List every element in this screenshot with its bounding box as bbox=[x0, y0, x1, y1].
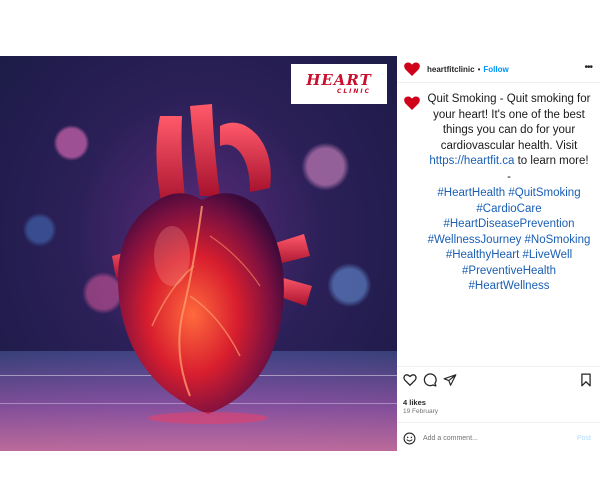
header-divider bbox=[397, 82, 600, 83]
post-side-panel: heartfitclinic • Follow ••• Quit Smoking… bbox=[397, 56, 600, 451]
instagram-post: HEART CLINIC heartfitclinic • Follow •••… bbox=[0, 56, 600, 451]
caption-text-end: to learn more! bbox=[514, 155, 589, 167]
username[interactable]: heartfitclinic bbox=[427, 65, 475, 74]
caption-link[interactable]: https://heartfit.ca bbox=[429, 155, 514, 167]
comment-divider bbox=[397, 422, 600, 423]
post-comment-button[interactable]: Post bbox=[577, 435, 591, 442]
more-options-icon[interactable]: ••• bbox=[584, 62, 592, 73]
caption-text: Quit Smoking - Quit smoking for your hea… bbox=[427, 93, 591, 152]
bookmark-icon[interactable] bbox=[579, 373, 593, 387]
logo-subtitle: CLINIC bbox=[336, 88, 372, 95]
logo-wordmark: HEART bbox=[306, 71, 372, 89]
follow-button[interactable]: Follow bbox=[483, 65, 508, 74]
post-date: 19 February bbox=[403, 408, 439, 415]
comment-bubble-icon[interactable] bbox=[423, 373, 437, 387]
heart-avatar-icon[interactable] bbox=[403, 61, 420, 78]
actions-divider bbox=[397, 366, 600, 367]
like-count[interactable]: 4 likes bbox=[403, 398, 426, 407]
comment-bar: Add a comment... Post bbox=[403, 430, 593, 446]
post-header: heartfitclinic • Follow ••• bbox=[397, 56, 600, 82]
caption-row: Quit Smoking - Quit smoking for your hea… bbox=[403, 92, 598, 295]
post-caption: Quit Smoking - Quit smoking for your hea… bbox=[424, 92, 594, 295]
anatomical-heart-illustration bbox=[112, 104, 312, 424]
comment-input[interactable]: Add a comment... bbox=[423, 435, 478, 442]
post-image[interactable]: HEART CLINIC bbox=[0, 56, 397, 451]
paper-plane-icon[interactable] bbox=[443, 373, 457, 387]
action-bar bbox=[403, 373, 593, 391]
smiley-icon[interactable] bbox=[403, 432, 416, 445]
caption-dash: - bbox=[507, 170, 511, 183]
heart-clinic-logo: HEART CLINIC bbox=[291, 64, 387, 104]
caption-hashtags[interactable]: #HeartHealth #QuitSmoking #CardioCare #H… bbox=[424, 186, 594, 295]
heart-outline-icon[interactable] bbox=[403, 373, 417, 387]
separator-dot: • bbox=[477, 64, 481, 74]
heart-avatar-icon[interactable] bbox=[403, 94, 420, 111]
